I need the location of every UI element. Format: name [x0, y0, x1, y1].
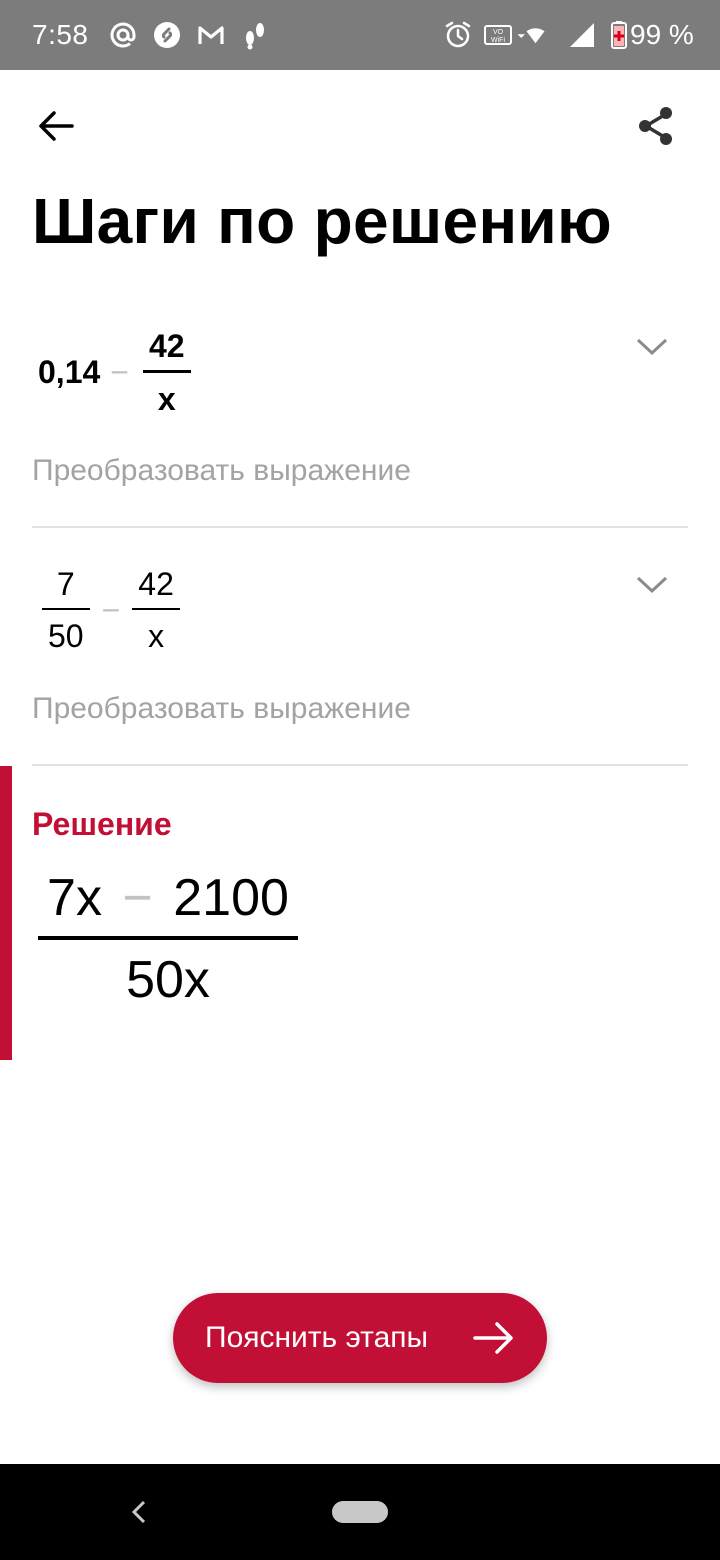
at-sign-icon [110, 22, 136, 48]
status-bar: 7:58 VO WiFi 99 % [0, 0, 720, 70]
chevron-down-icon[interactable] [632, 332, 672, 360]
expression-term: 0,14 [38, 354, 101, 390]
solution-denominator: 50x [126, 951, 210, 1009]
share-button[interactable] [628, 98, 684, 154]
solution-term: 2100 [173, 869, 289, 927]
fraction-numerator: 42 [148, 328, 185, 364]
fraction: 7 50 [42, 568, 90, 652]
fraction-numerator: 42 [138, 566, 174, 602]
nav-home-pill[interactable] [332, 1501, 388, 1523]
fraction-numerator: 7 [56, 566, 75, 602]
page-title: Шаги по решению [32, 185, 612, 257]
fraction-denominator: x [157, 381, 176, 417]
step-card[interactable]: 0,14 − 42 x Преобразовать выражение [32, 318, 688, 528]
shazam-icon [154, 22, 180, 48]
svg-text:VO: VO [493, 29, 504, 36]
svg-text:WiFi: WiFi [491, 37, 505, 44]
fraction-denominator: x [148, 618, 165, 654]
system-nav-bar [0, 1464, 720, 1560]
explain-steps-label: Пояснить этапы [205, 1321, 429, 1354]
arrow-left-icon [39, 111, 74, 141]
share-icon [639, 107, 672, 145]
fraction-bar [142, 370, 191, 373]
vowifi-icon: VO WiFi [484, 25, 512, 45]
fraction-bar [132, 608, 180, 610]
nav-back-icon[interactable] [126, 1492, 150, 1532]
minus-operator: − [110, 354, 129, 390]
explain-steps-button[interactable]: Пояснить этапы [173, 1293, 547, 1383]
solution-expression: 7x − 2100 50x [38, 872, 298, 1006]
battery-percent: 99 % [630, 19, 694, 50]
solution-numerator: 7x − 2100 [38, 872, 298, 924]
alarm-icon [445, 21, 471, 48]
arrow-right-icon [473, 1322, 513, 1354]
step-caption: Преобразовать выражение [32, 692, 411, 725]
fraction: 42 x [132, 568, 180, 652]
fraction-denominator: 50 [48, 618, 84, 654]
status-time: 7:58 [32, 19, 89, 50]
step-expression: 7 50 − 42 x [38, 568, 184, 652]
step-caption: Преобразовать выражение [32, 454, 411, 487]
fraction-bar [38, 936, 298, 940]
fraction-bar [42, 608, 90, 610]
solution-accent-bar [0, 766, 12, 1060]
back-button[interactable] [30, 100, 82, 152]
chevron-down-icon[interactable] [632, 570, 672, 598]
step-card[interactable]: 7 50 − 42 x Преобразовать выражение [32, 556, 688, 766]
gmail-icon [198, 26, 224, 44]
minus-operator: − [122, 869, 153, 927]
wifi-icon [517, 28, 545, 44]
fraction: 42 x [142, 328, 191, 417]
solution-label: Решение [32, 806, 172, 842]
solution-term: 7x [47, 869, 102, 927]
signal-icon [570, 23, 594, 47]
footprints-icon [246, 23, 264, 50]
minus-operator: − [101, 591, 121, 628]
step-expression: 0,14 − 42 x [38, 330, 195, 415]
